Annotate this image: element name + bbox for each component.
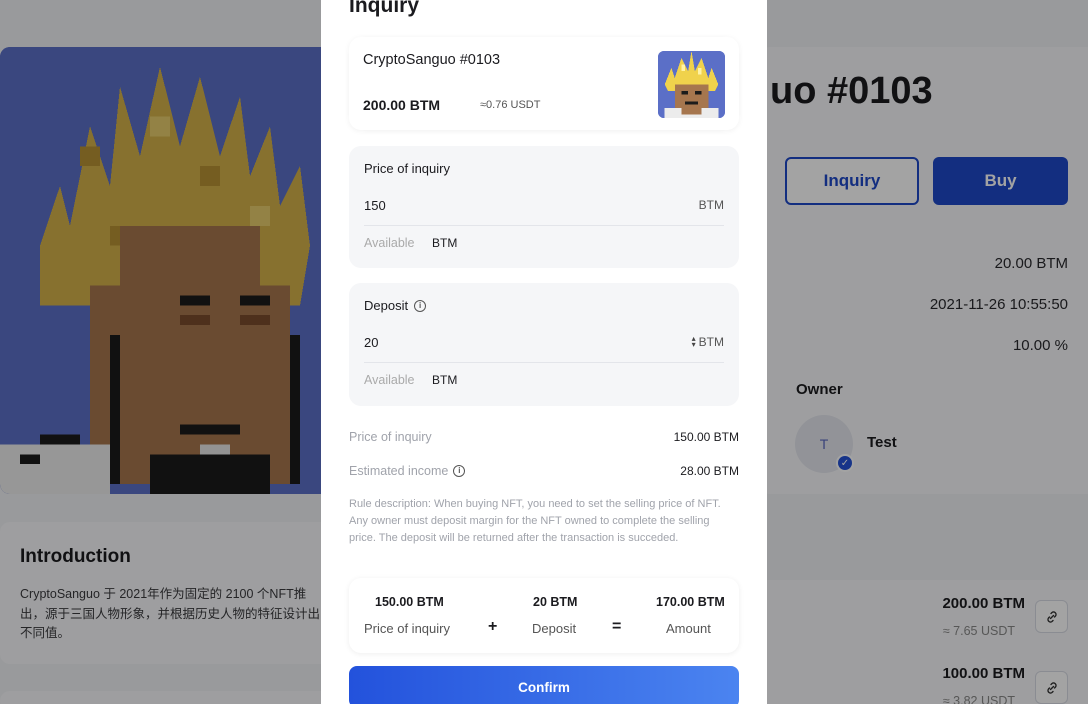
price-inquiry-label: Price of inquiry <box>364 161 450 176</box>
available-unit: BTM <box>432 236 458 250</box>
item-summary-card: CryptoSanguo #0103 200.00 BTM ≈0.76 USDT <box>349 37 739 130</box>
calc-deposit-value: 20 BTM <box>533 595 578 609</box>
item-price: 200.00 BTM <box>363 97 441 113</box>
equals-icon: = <box>612 618 622 635</box>
calc-price-value: 150.00 BTM <box>375 595 444 609</box>
info-icon[interactable]: i <box>453 465 466 477</box>
calc-amount-value: 170.00 BTM <box>656 595 725 609</box>
divider <box>364 225 724 226</box>
inquiry-modal: Inquiry CryptoSanguo #0103 200.00 BTM ≈0… <box>321 0 767 704</box>
info-icon[interactable]: i <box>414 299 427 312</box>
price-inquiry-input[interactable] <box>364 193 694 217</box>
divider <box>364 362 724 363</box>
amount-calculation-card: 150.00 BTM Price of inquiry + 20 BTM Dep… <box>349 578 739 653</box>
calc-amount-label: Amount <box>666 621 711 636</box>
summary-income-value: 28.00 BTM <box>680 464 739 478</box>
available-label: Available <box>364 373 415 387</box>
calc-price-label: Price of inquiry <box>364 621 450 636</box>
deposit-unit: ▴ ▾ BTM <box>691 334 724 350</box>
modal-title: Inquiry <box>349 0 420 17</box>
available-label: Available <box>364 236 415 250</box>
price-inquiry-field: Price of inquiry BTM Available BTM <box>349 146 739 268</box>
available-unit: BTM <box>432 373 458 387</box>
rule-description: Rule description: When buying NFT, you n… <box>349 498 721 544</box>
summary-income-label: Estimated income i <box>349 464 466 478</box>
deposit-label: Deposit i <box>364 298 427 313</box>
summary-price-label: Price of inquiry <box>349 430 432 444</box>
summary-price-value: 150.00 BTM <box>673 430 739 444</box>
deposit-field: Deposit i ▴▾ BTM Available BTM <box>349 283 739 406</box>
item-thumbnail <box>658 51 725 118</box>
item-usdt: ≈0.76 USDT <box>480 99 541 111</box>
plus-icon: + <box>488 618 498 635</box>
calc-deposit-label: Deposit <box>532 621 577 636</box>
confirm-button[interactable]: Confirm <box>349 666 739 704</box>
stepper-icon[interactable]: ▴ ▾ <box>692 335 696 349</box>
deposit-input[interactable] <box>364 330 694 354</box>
item-name: CryptoSanguo #0103 <box>363 52 501 68</box>
price-inquiry-unit: BTM <box>698 198 724 212</box>
